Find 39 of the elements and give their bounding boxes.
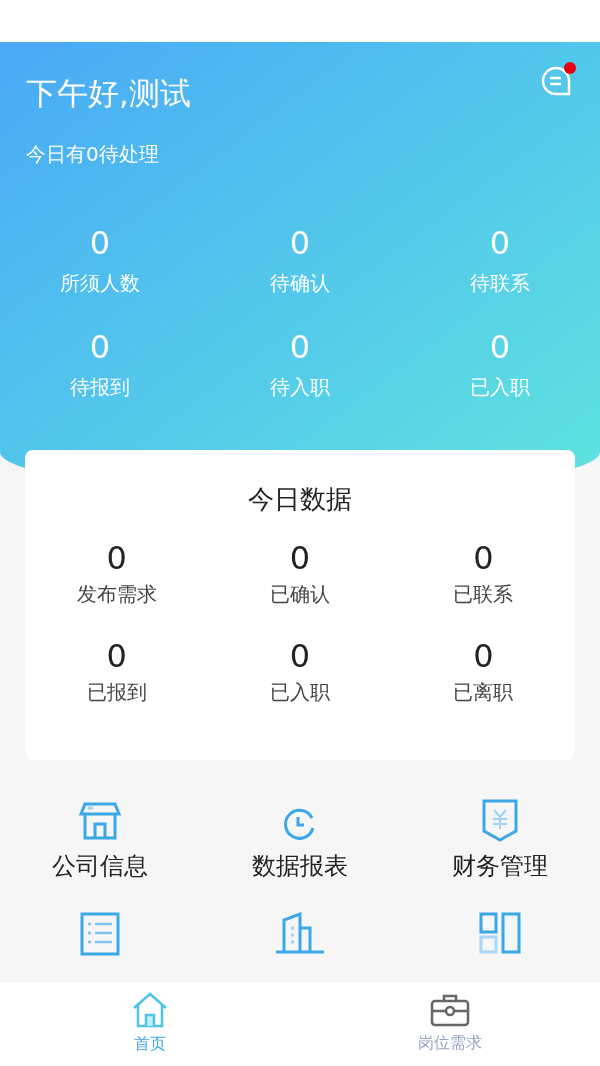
stat-label: 发布需求 bbox=[76, 584, 157, 604]
message-button[interactable] bbox=[540, 62, 574, 96]
stat-label: 已报到 bbox=[86, 682, 147, 702]
stat-label: 待入职 bbox=[270, 377, 330, 397]
buildings-icon bbox=[274, 912, 326, 954]
stat-label: 所须人数 bbox=[60, 273, 140, 293]
stat-value: 0 bbox=[106, 640, 127, 672]
stat-label: 待联系 bbox=[470, 273, 530, 293]
list-icon bbox=[80, 912, 120, 956]
pending-summary: 今日有0待处理 bbox=[26, 142, 159, 166]
stat-label: 已离职 bbox=[453, 682, 514, 702]
store-icon bbox=[79, 800, 121, 842]
menu-item[interactable]: 公司信息 bbox=[0, 790, 200, 878]
stat-value: 0 bbox=[289, 331, 311, 363]
stat-value: 0 bbox=[489, 331, 511, 363]
shield-yen-icon bbox=[481, 798, 519, 842]
stat-label: 已入职 bbox=[270, 682, 330, 702]
home-icon bbox=[131, 992, 169, 1028]
card-title: 今日数据 bbox=[248, 486, 352, 512]
stat-label: 待报到 bbox=[70, 377, 130, 397]
stat-label: 已入职 bbox=[470, 377, 530, 397]
menu-item[interactable]: 财务管理 bbox=[400, 790, 600, 878]
stat-label: 已联系 bbox=[453, 584, 514, 604]
greeting: 下午好,测试 bbox=[26, 78, 191, 109]
message-icon bbox=[540, 65, 572, 97]
menu-item[interactable]: 数据报表 bbox=[200, 790, 400, 878]
stat-label: 待确认 bbox=[270, 273, 330, 293]
stat-value: 0 bbox=[489, 227, 511, 259]
stat-value: 0 bbox=[289, 227, 311, 259]
briefcase-icon bbox=[430, 993, 470, 1027]
stat-value: 0 bbox=[106, 542, 127, 574]
stat-label: 已确认 bbox=[270, 584, 330, 604]
stat-value: 0 bbox=[89, 331, 111, 363]
stat-value: 0 bbox=[89, 227, 111, 259]
stat-value: 0 bbox=[289, 542, 311, 574]
stat-value: 0 bbox=[289, 640, 311, 672]
stat-value: 0 bbox=[473, 542, 494, 574]
stat-value: 0 bbox=[473, 640, 494, 672]
layout-icon bbox=[479, 912, 521, 954]
